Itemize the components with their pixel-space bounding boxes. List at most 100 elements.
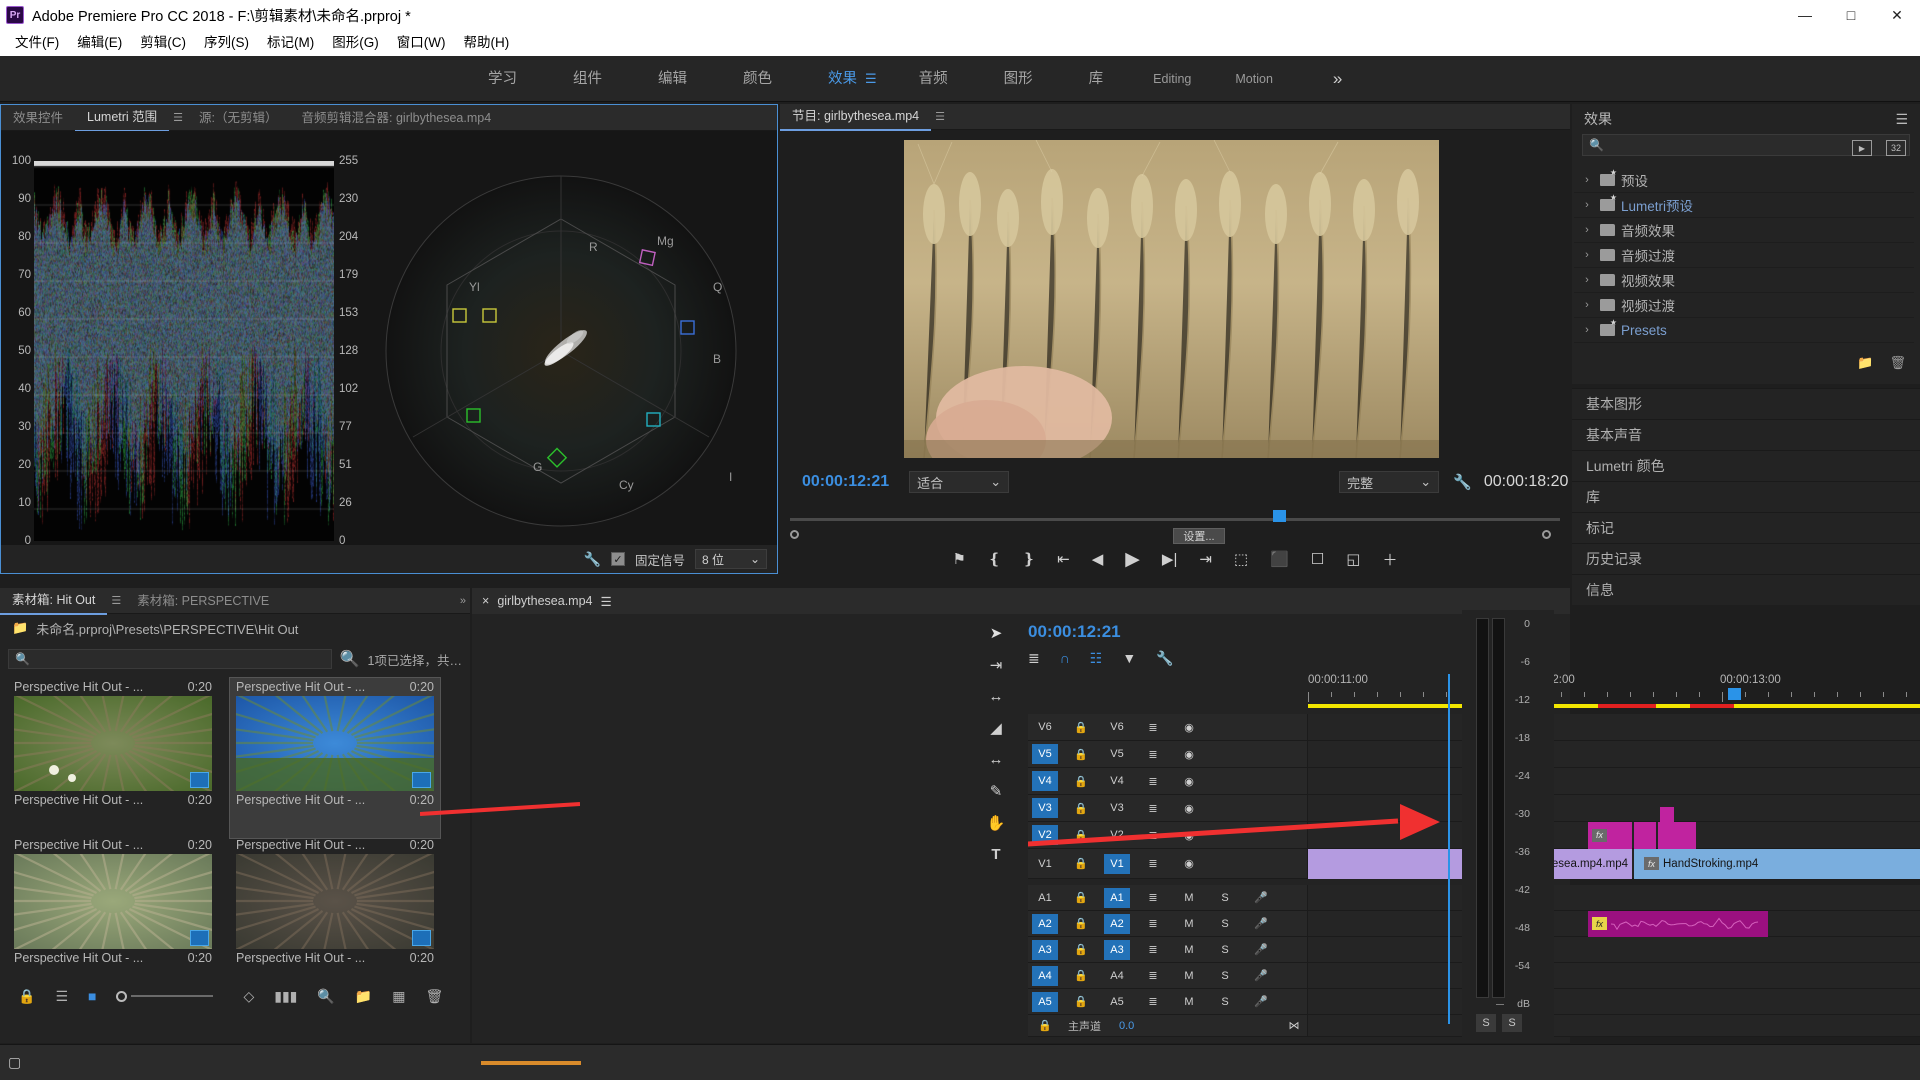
go-to-out-icon[interactable]: ⇥ [1199,550,1212,568]
mute-button[interactable]: M [1176,888,1202,908]
tab-lumetri-scopes[interactable]: Lumetri 范围 [75,104,169,132]
sync-lock-icon[interactable]: ≣ [1140,771,1166,791]
tab-bin-perspective[interactable]: 素材箱: PERSPECTIVE [125,588,281,614]
linked-selection-icon[interactable]: ☷ [1090,650,1103,667]
maximize-button[interactable]: □ [1828,0,1874,30]
solo-button[interactable]: S [1212,992,1238,1012]
mute-button[interactable]: M [1176,992,1202,1012]
bit-depth-select[interactable]: 8 位 ⌄ [695,549,767,569]
workspace-tab-learning[interactable]: 学习 [460,56,545,102]
timeline-clip[interactable]: fx HandStroking.mp4 [1634,849,1920,879]
effects-folder-row[interactable]: › 音频效果 [1574,218,1914,243]
track-header-V3[interactable]: V3 🔒 V3 ≣ ◉ [1028,795,1308,821]
lock-icon[interactable]: 🔒 [1068,992,1094,1012]
effects-panel-menu-icon[interactable]: ☰ [1895,111,1908,128]
icon-view-icon[interactable]: ■ [88,988,96,1004]
bin-thumbnail-image[interactable] [236,854,434,949]
tab-effect-controls[interactable]: 效果控件 [1,105,75,131]
mute-button[interactable]: M [1176,914,1202,934]
go-to-in-icon[interactable]: ⇤ [1057,550,1070,568]
effects-folder-row[interactable]: ›预设 [1574,168,1914,193]
zoom-slider-track[interactable] [131,995,213,997]
solo-button-right[interactable]: S [1502,1014,1522,1032]
bin-thumbnail-item[interactable]: Perspective Hit Out - ... 0:20 Perspective… [8,836,218,996]
track-name-V3[interactable]: V3 [1104,798,1130,818]
zoom-slider-handle[interactable] [116,991,127,1002]
collapsed-panel-4[interactable]: 库 [1572,481,1920,512]
track-target-A4[interactable]: A4 [1032,966,1058,986]
export-frame-icon[interactable]: ☐ [1311,550,1324,568]
lock-icon[interactable]: 🔒 [1068,825,1094,845]
lock-icon[interactable]: 🔒 [1068,914,1094,934]
fixed-signal-checkbox[interactable]: ✓ [611,552,625,566]
track-header-A2[interactable]: A2 🔒 A2 ≣ M S 🎤 [1028,911,1308,936]
track-name-V6[interactable]: V6 [1104,717,1130,737]
lock-icon[interactable]: 🔒 [1068,940,1094,960]
bin-overflow-icon[interactable]: » [456,595,470,607]
timeline-clip[interactable]: fx [1588,911,1768,937]
lock-icon[interactable]: 🔒 [1068,966,1094,986]
timeline-ruler[interactable]: 00:00:11:0000:00:12:0000:00:13:00 [1308,674,1920,708]
clear-icon[interactable]: 🗑 [425,988,443,1005]
chevron-right-icon[interactable]: › [1580,224,1594,236]
menu-window[interactable]: 窗口(W) [388,30,455,56]
rgb-waveform-scope[interactable] [34,161,334,541]
chevron-right-icon[interactable]: › [1580,299,1594,311]
program-current-time[interactable]: 00:00:12:21 [802,473,889,491]
lock-icon[interactable]: 🔒 [1068,854,1094,874]
track-name-A1[interactable]: A1 [1104,888,1130,908]
track-name-V1[interactable]: V1 [1104,854,1130,874]
track-header-V2[interactable]: V2 🔒 V2 ≣ ◉ [1028,822,1308,848]
track-target-A5[interactable]: A5 [1032,992,1058,1012]
microphone-icon[interactable]: 🎤 [1248,940,1274,960]
delete-icon[interactable]: 🗑 [1889,355,1906,371]
sync-lock-icon[interactable]: ≣ [1140,825,1166,845]
effects-folder-row[interactable]: › 视频过渡 [1574,293,1914,318]
lock-icon[interactable]: 🔒 [1032,1016,1058,1036]
collapsed-panel-6[interactable]: 历史记录 [1572,543,1920,574]
timeline-menu-icon[interactable]: ☰ [601,594,612,609]
lock-icon[interactable]: 🔒 [18,988,35,1005]
effects-folder-row[interactable]: › 视频效果 [1574,268,1914,293]
workspace-tab-libraries[interactable]: 库 [1061,56,1132,102]
sync-lock-icon[interactable]: ≣ [1140,940,1166,960]
microphone-icon[interactable]: 🎤 [1248,888,1274,908]
pen-tool-icon[interactable]: ✎ [990,782,1003,800]
step-forward-icon[interactable]: ▶| [1162,550,1177,568]
comparison-view-icon[interactable]: ◱ [1346,550,1360,568]
sync-lock-icon[interactable]: ≣ [1140,717,1166,737]
microphone-icon[interactable]: 🎤 [1248,914,1274,934]
eye-icon[interactable]: ◉ [1176,717,1202,737]
ripple-edit-tool-icon[interactable]: ↔ [989,688,1004,705]
mute-button[interactable]: M [1176,940,1202,960]
track-target-V5[interactable]: V5 [1032,744,1058,764]
chevron-right-icon[interactable]: › [1580,199,1594,211]
chevron-right-icon[interactable]: › [1580,249,1594,261]
timeline-clip[interactable] [1634,822,1656,849]
track-target-V6[interactable]: V6 [1032,717,1058,737]
hand-tool-icon[interactable]: ✋ [987,814,1006,832]
collapsed-panel-1[interactable]: 基本图形 [1572,388,1920,419]
track-name-V5[interactable]: V5 [1104,744,1130,764]
eye-icon[interactable]: ◉ [1176,744,1202,764]
snap-toggle-icon[interactable]: ∩ [1060,650,1070,667]
track-header-V6[interactable]: V6 🔒 V6 ≣ ◉ [1028,714,1308,740]
lock-icon[interactable]: 🔒 [1068,744,1094,764]
track-target-V2[interactable]: V2 [1032,825,1058,845]
add-marker-icon[interactable]: ▼ [1122,650,1136,667]
mute-button[interactable]: M [1176,966,1202,986]
lock-icon[interactable]: 🔒 [1068,888,1094,908]
menu-clip[interactable]: 剪辑(C) [131,30,195,56]
close-button[interactable]: ✕ [1874,0,1920,30]
button-editor-icon[interactable]: ＋ [1382,549,1397,570]
timeline-close-icon[interactable]: × [482,594,489,608]
slip-tool-icon[interactable]: ↔ [989,751,1004,768]
solo-button[interactable]: S [1212,940,1238,960]
track-target-V1[interactable]: V1 [1032,854,1058,874]
wrench-icon[interactable]: 🔧 [1453,473,1472,491]
tab-source-monitor[interactable]: 源:（无剪辑） [187,105,289,131]
eye-icon[interactable]: ◉ [1176,798,1202,818]
chevron-right-icon[interactable]: › [1580,174,1594,186]
playhead-handle[interactable] [1273,510,1286,522]
track-header-V4[interactable]: V4 🔒 V4 ≣ ◉ [1028,768,1308,794]
